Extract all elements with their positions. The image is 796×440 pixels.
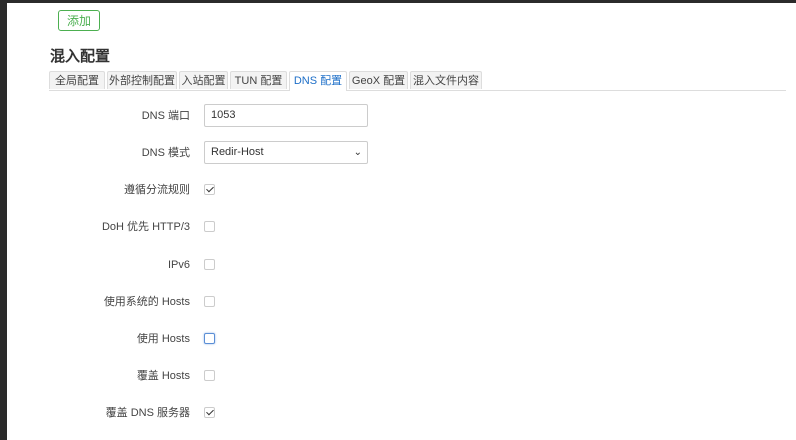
system-hosts-row: 使用系统的 Hosts: [7, 289, 796, 315]
chevron-down-icon: ⌄: [353, 147, 362, 158]
override-hosts-row: 覆盖 Hosts: [7, 363, 796, 389]
doh-http3-row: DoH 优先 HTTP/3: [7, 214, 796, 240]
tab-geox-config[interactable]: GeoX 配置: [349, 71, 408, 89]
section-title: 混入配置: [50, 48, 111, 65]
override-hosts-checkbox[interactable]: [204, 370, 215, 381]
override-dns-checkbox[interactable]: [204, 407, 215, 418]
main-panel: 添加 混入配置 全局配置 外部控制配置 入站配置 TUN 配置 DNS 配置 G…: [7, 3, 796, 440]
follow-rules-checkbox[interactable]: [204, 184, 215, 195]
add-button[interactable]: 添加: [58, 10, 100, 31]
ipv6-checkbox[interactable]: [204, 259, 215, 270]
override-dns-row: 覆盖 DNS 服务器: [7, 400, 796, 426]
tab-bar: 全局配置 外部控制配置 入站配置 TUN 配置 DNS 配置 GeoX 配置 混…: [49, 71, 786, 91]
doh-http3-label: DoH 优先 HTTP/3: [101, 221, 190, 233]
dns-port-label: DNS 端口: [141, 110, 190, 122]
dns-port-input[interactable]: 1053: [204, 104, 368, 127]
system-hosts-checkbox[interactable]: [204, 296, 215, 307]
ipv6-row: IPv6: [7, 252, 796, 278]
dns-mode-label: DNS 模式: [141, 147, 190, 159]
follow-rules-row: 遵循分流规则: [7, 177, 796, 203]
use-hosts-checkbox[interactable]: [204, 333, 215, 344]
dns-mode-value: Redir-Host: [211, 146, 264, 158]
dns-mode-select[interactable]: Redir-Host ⌄: [204, 141, 368, 164]
tab-tun-config[interactable]: TUN 配置: [230, 71, 287, 89]
tab-mixin-file-content[interactable]: 混入文件内容: [410, 71, 482, 89]
tab-global-config[interactable]: 全局配置: [49, 71, 105, 89]
follow-rules-label: 遵循分流规则: [124, 184, 190, 196]
ipv6-label: IPv6: [167, 259, 190, 271]
override-hosts-label: 覆盖 Hosts: [136, 370, 190, 382]
dns-mode-row: DNS 模式 Redir-Host ⌄: [7, 140, 796, 166]
use-hosts-label: 使用 Hosts: [136, 333, 190, 345]
use-hosts-row: 使用 Hosts: [7, 326, 796, 352]
doh-http3-checkbox[interactable]: [204, 221, 215, 232]
dns-port-row: DNS 端口 1053: [7, 103, 796, 129]
tab-dns-config[interactable]: DNS 配置: [289, 71, 347, 91]
override-dns-label: 覆盖 DNS 服务器: [105, 407, 190, 419]
system-hosts-label: 使用系统的 Hosts: [103, 296, 190, 308]
tab-external-control-config[interactable]: 外部控制配置: [107, 71, 177, 89]
tab-inbound-config[interactable]: 入站配置: [179, 71, 228, 89]
